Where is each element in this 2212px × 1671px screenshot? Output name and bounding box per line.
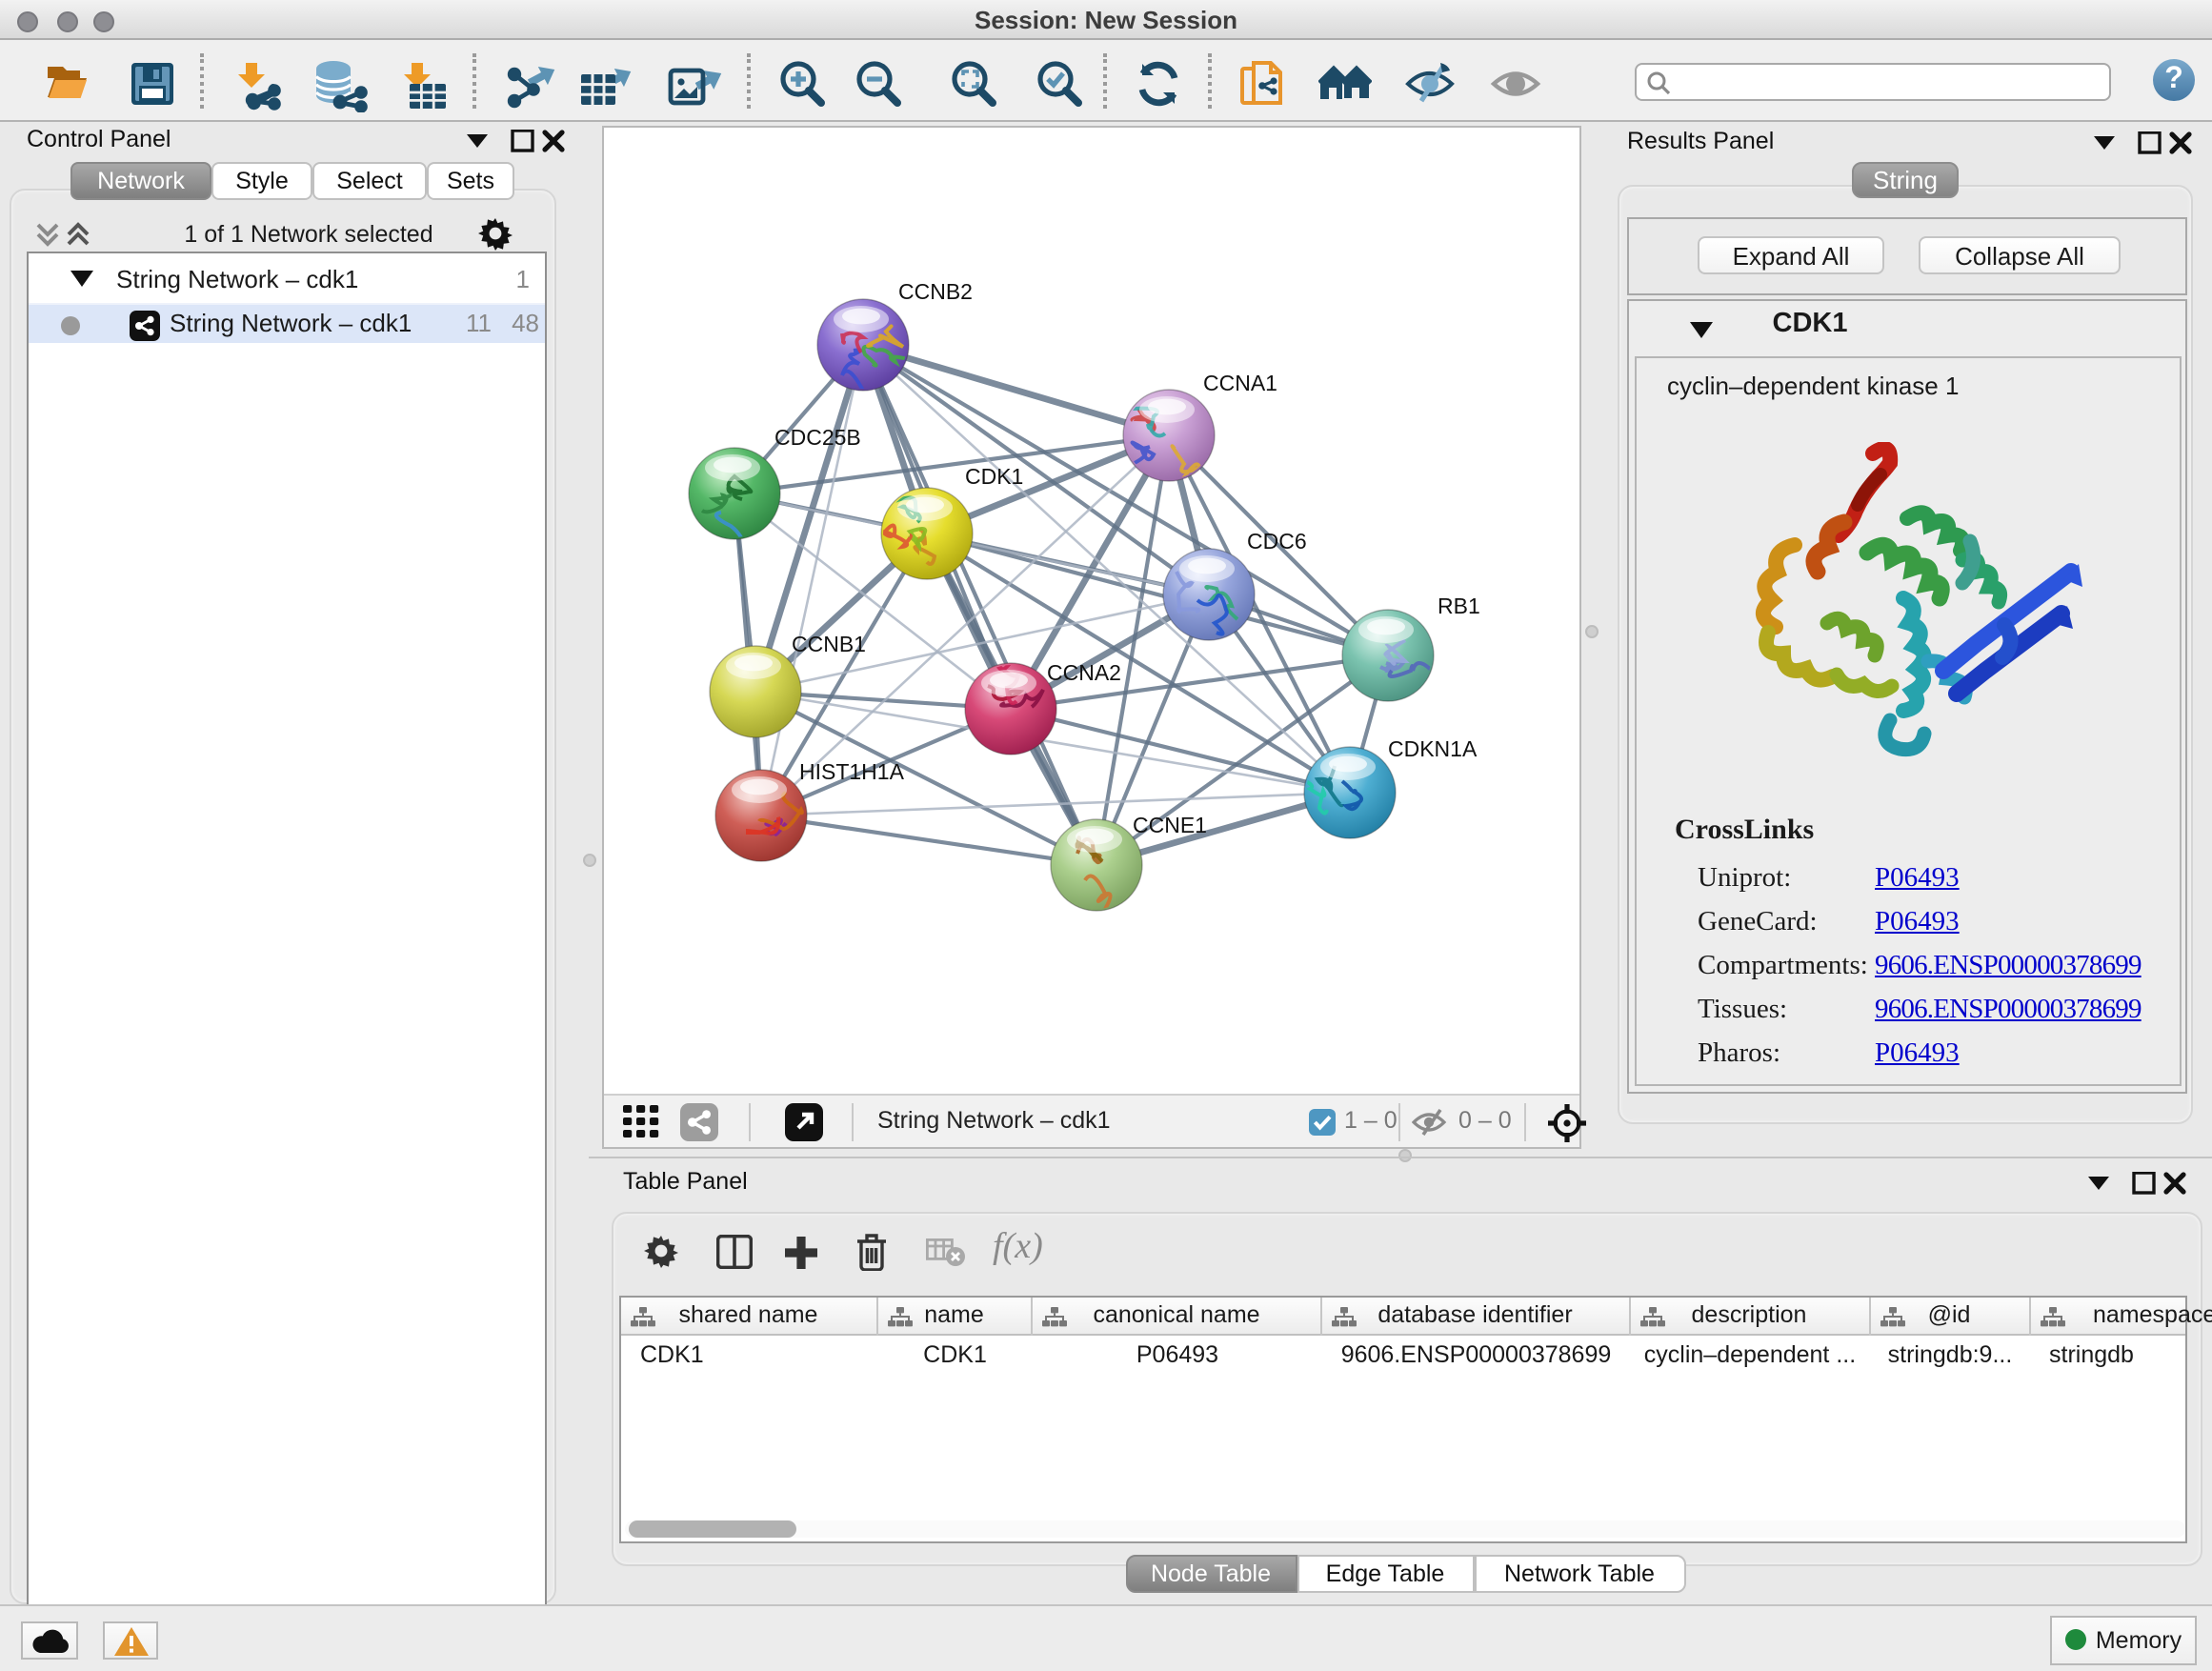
svg-text:CCNA2: CCNA2 <box>1046 659 1120 684</box>
svg-text:CCNB2: CCNB2 <box>897 278 972 303</box>
svg-text:HIST1H1A: HIST1H1A <box>798 758 904 783</box>
svg-text:RB1: RB1 <box>1437 593 1479 617</box>
svg-text:CCNA1: CCNA1 <box>1202 370 1277 394</box>
svg-text:CCNE1: CCNE1 <box>1132 812 1206 836</box>
svg-text:CDC6: CDC6 <box>1246 528 1306 553</box>
svg-text:CDC25B: CDC25B <box>774 424 860 449</box>
svg-text:CDKN1A: CDKN1A <box>1387 735 1477 760</box>
svg-text:CDK1: CDK1 <box>964 463 1022 488</box>
svg-text:CCNB1: CCNB1 <box>791 631 865 655</box>
